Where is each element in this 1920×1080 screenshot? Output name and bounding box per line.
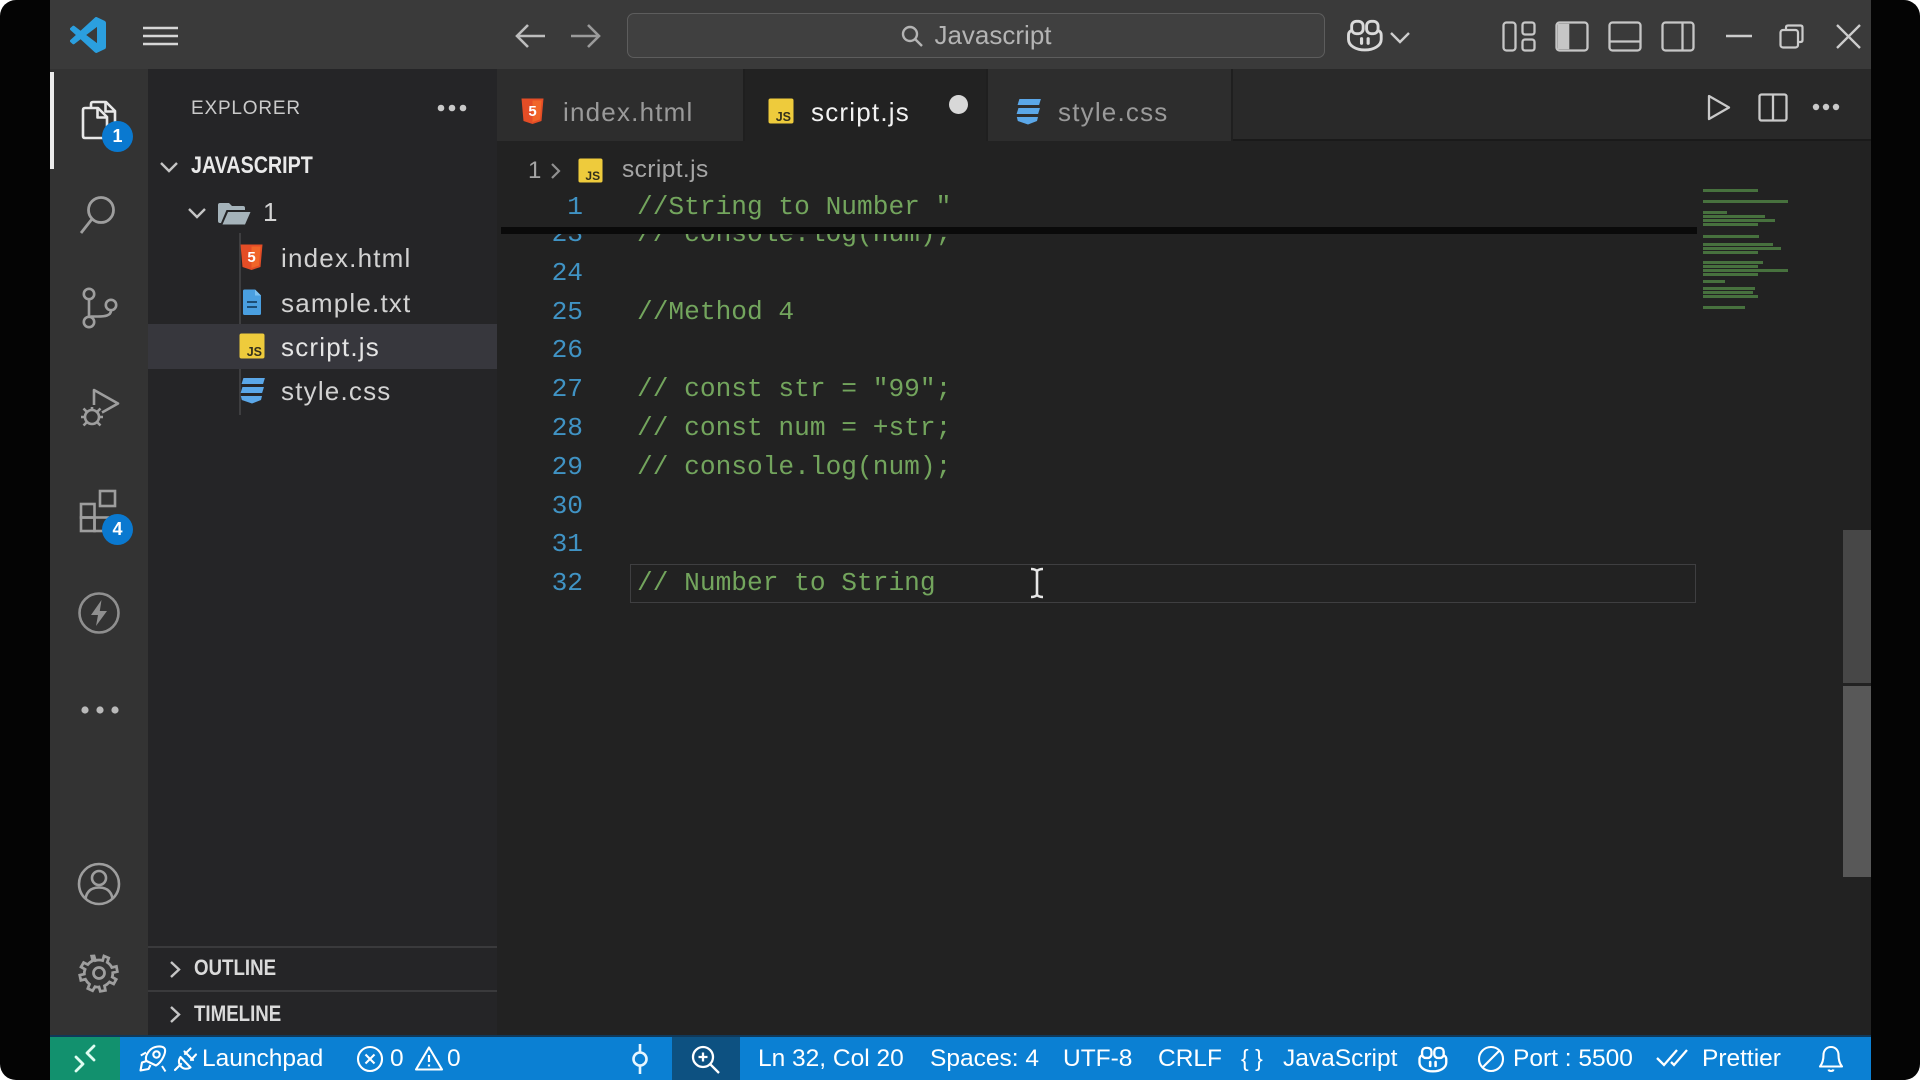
svg-text:5: 5 (247, 249, 255, 266)
svg-text:5: 5 (528, 103, 536, 120)
svg-text:JS: JS (776, 110, 791, 124)
svg-text:JS: JS (585, 169, 600, 183)
svg-text:JS: JS (247, 345, 262, 359)
